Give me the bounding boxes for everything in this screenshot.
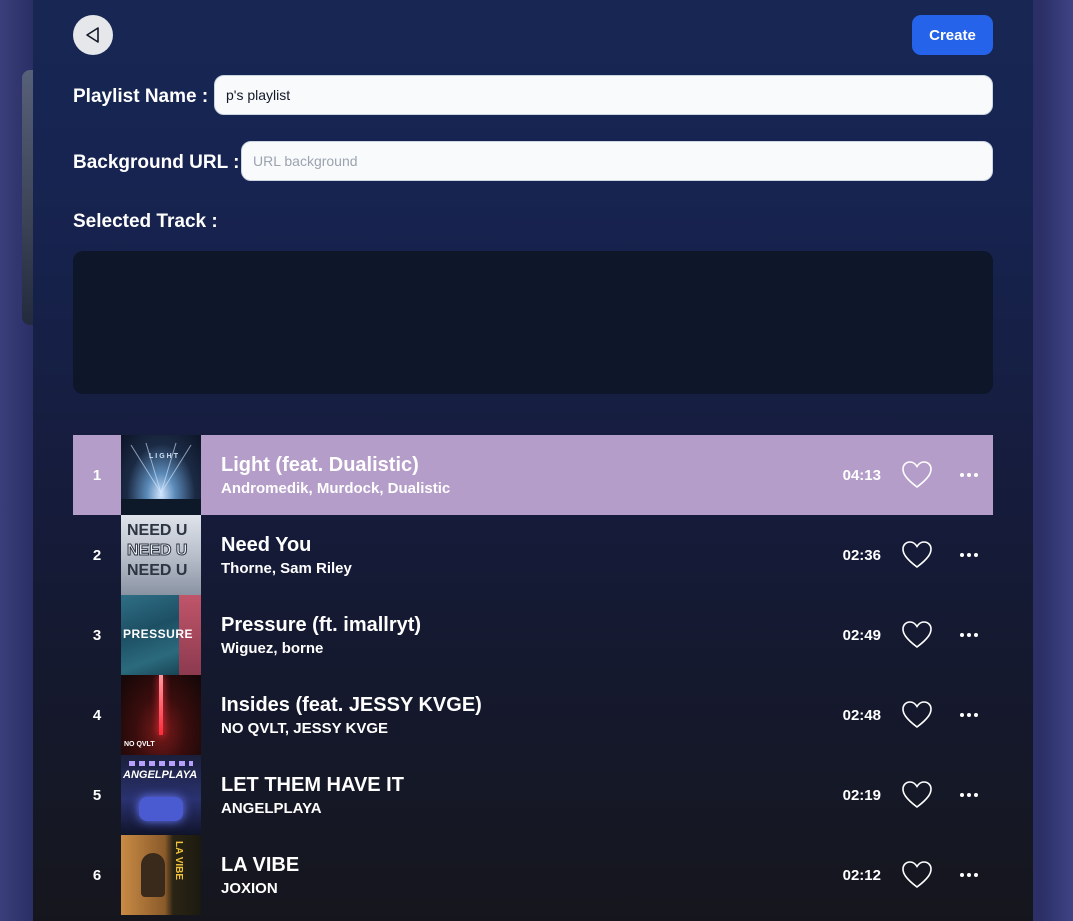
selected-track-dropzone[interactable] bbox=[73, 251, 993, 394]
playlist-name-input[interactable] bbox=[214, 75, 993, 115]
heart-icon bbox=[902, 621, 932, 649]
cover-figure bbox=[141, 853, 165, 897]
like-button[interactable] bbox=[901, 859, 933, 891]
track-number: 5 bbox=[92, 786, 102, 804]
cover-title: LA VIBE bbox=[173, 841, 184, 881]
track-cover: NO QVLT bbox=[121, 675, 201, 755]
track-cover: LA VIBE bbox=[121, 835, 201, 915]
more-options-button[interactable] bbox=[957, 463, 981, 487]
cover-title-repeat: NEED U bbox=[127, 562, 188, 579]
like-button[interactable] bbox=[901, 459, 933, 491]
more-horizontal-icon bbox=[960, 793, 978, 797]
back-button[interactable] bbox=[73, 15, 113, 55]
track-duration: 04:13 bbox=[842, 466, 881, 484]
track-cover: ANGELPLAYA bbox=[121, 755, 201, 835]
more-horizontal-icon bbox=[960, 873, 978, 877]
track-duration: 02:49 bbox=[842, 626, 881, 644]
like-button[interactable] bbox=[901, 539, 933, 571]
more-options-button[interactable] bbox=[957, 543, 981, 567]
track-cover: NEED U NEED U NEED U bbox=[121, 515, 201, 595]
more-options-button[interactable] bbox=[957, 783, 981, 807]
heart-icon bbox=[902, 701, 932, 729]
more-horizontal-icon bbox=[960, 473, 978, 477]
track-duration: 02:48 bbox=[842, 706, 881, 724]
track-list: 1 LIGHT Light (feat. Dualistic) Andromed… bbox=[73, 435, 993, 915]
selected-track-label: Selected Track : bbox=[73, 211, 218, 232]
more-horizontal-icon bbox=[960, 553, 978, 557]
cover-title-repeat: NEED U bbox=[126, 542, 188, 559]
more-options-button[interactable] bbox=[957, 623, 981, 647]
track-row[interactable]: 4 NO QVLT Insides (feat. JESSY KVGE) NO … bbox=[73, 675, 993, 755]
more-horizontal-icon bbox=[960, 633, 978, 637]
more-horizontal-icon bbox=[960, 713, 978, 717]
track-cover: LIGHT bbox=[121, 435, 201, 515]
stage-lights-graphic bbox=[121, 442, 201, 515]
like-button[interactable] bbox=[901, 619, 933, 651]
track-row[interactable]: 3 PRESSURE Pressure (ft. imallryt) Wigue… bbox=[73, 595, 993, 675]
more-options-button[interactable] bbox=[957, 863, 981, 887]
create-playlist-panel: Create Playlist Name : Background URL : … bbox=[33, 0, 1033, 921]
heart-icon bbox=[902, 461, 932, 489]
cover-stripes bbox=[129, 761, 193, 766]
create-button[interactable]: Create bbox=[912, 15, 993, 55]
track-duration: 02:19 bbox=[842, 786, 881, 804]
heart-icon bbox=[902, 541, 932, 569]
cover-title: NEED U bbox=[127, 522, 188, 539]
track-number: 2 bbox=[92, 546, 102, 564]
cover-title: NO QVLT bbox=[124, 741, 155, 748]
track-row[interactable]: 5 ANGELPLAYA LET THEM HAVE IT ANGELPLAYA… bbox=[73, 755, 993, 835]
more-options-button[interactable] bbox=[957, 703, 981, 727]
cover-title: LIGHT bbox=[149, 453, 180, 460]
like-button[interactable] bbox=[901, 779, 933, 811]
cover-title: PRESSURE bbox=[123, 627, 194, 641]
track-number: 3 bbox=[92, 626, 102, 644]
track-number: 1 bbox=[92, 466, 102, 484]
background-url-input[interactable] bbox=[241, 141, 993, 181]
background-url-label: Background URL : bbox=[73, 152, 240, 173]
track-duration: 02:12 bbox=[842, 866, 881, 884]
like-button[interactable] bbox=[901, 699, 933, 731]
cover-beam bbox=[159, 675, 163, 735]
track-row[interactable]: 2 NEED U NEED U NEED U Need You Thorne, … bbox=[73, 515, 993, 595]
back-arrow-icon bbox=[86, 27, 99, 43]
cover-title: ANGELPLAYA bbox=[123, 769, 198, 781]
track-row[interactable]: 1 LIGHT Light (feat. Dualistic) Andromed… bbox=[73, 435, 993, 515]
track-cover: PRESSURE bbox=[121, 595, 201, 675]
heart-icon bbox=[902, 861, 932, 889]
track-number: 6 bbox=[92, 866, 102, 884]
track-row[interactable]: 6 LA VIBE LA VIBE JOXION 02:12 bbox=[73, 835, 993, 915]
cover-car bbox=[139, 797, 183, 821]
heart-icon bbox=[902, 781, 932, 809]
track-number: 4 bbox=[92, 706, 102, 724]
track-duration: 02:36 bbox=[842, 546, 881, 564]
playlist-name-label: Playlist Name : bbox=[73, 86, 209, 107]
